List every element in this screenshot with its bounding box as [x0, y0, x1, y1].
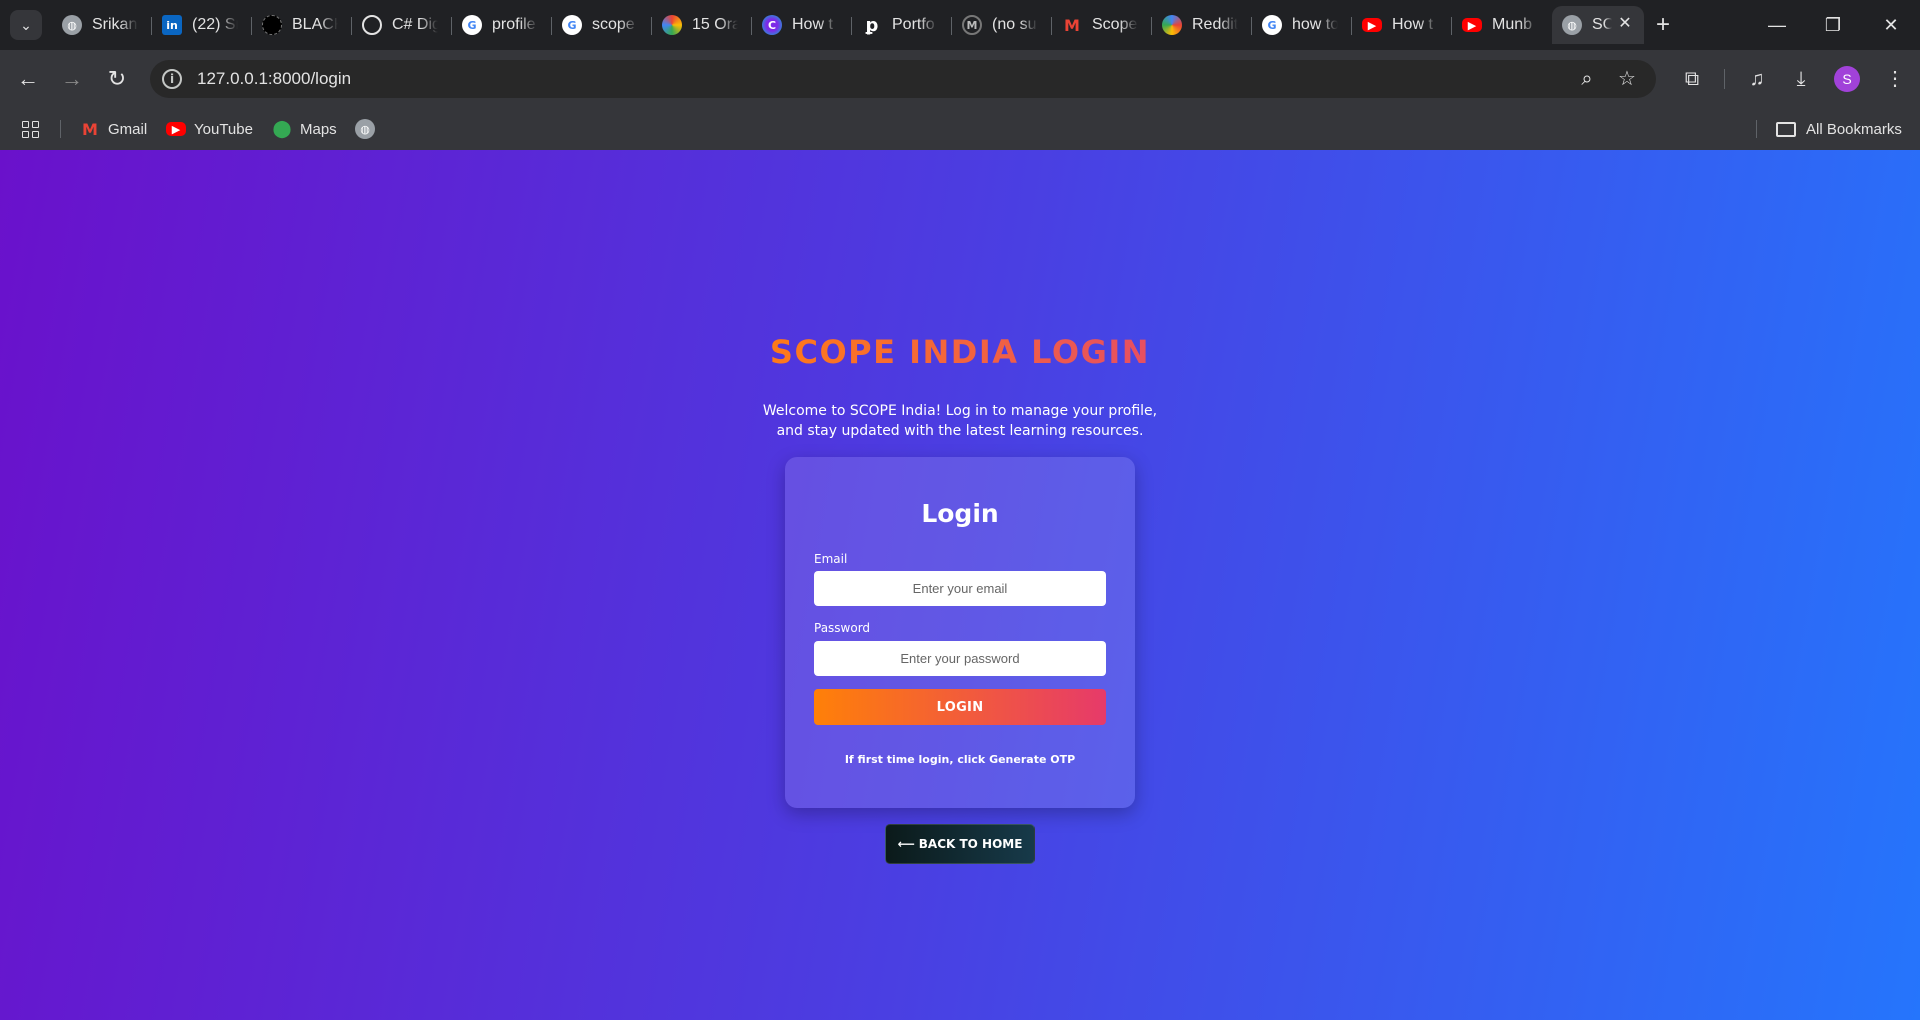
- blackbox-icon: [262, 15, 282, 35]
- password-field[interactable]: [814, 641, 1106, 676]
- globe-icon: ◍: [1562, 15, 1582, 35]
- chatgpt-icon: [362, 15, 382, 35]
- browser-tab[interactable]: in (22) Sr: [152, 6, 252, 44]
- youtube-icon: ▶: [1462, 18, 1482, 32]
- page-intro: Welcome to SCOPE India! Log in to manage…: [762, 403, 1158, 439]
- restore-icon[interactable]: ❐: [1818, 10, 1848, 40]
- media-controls-icon[interactable]: ♫: [1742, 64, 1772, 94]
- browser-tab[interactable]: M Scope: [1052, 6, 1152, 44]
- site-info-icon[interactable]: i: [162, 69, 182, 89]
- bookmark-globe[interactable]: ◍: [355, 116, 383, 142]
- browser-tab[interactable]: ▶ Munb: [1452, 6, 1552, 44]
- browser-tab[interactable]: C# Dig: [352, 6, 452, 44]
- google-icon: G: [562, 15, 582, 35]
- left-arrow-icon: ⟵: [897, 837, 915, 851]
- browser-tab[interactable]: Gscope: [552, 6, 652, 44]
- browser-tab[interactable]: Reddit: [1152, 6, 1252, 44]
- browser-tab[interactable]: M (no su: [952, 6, 1052, 44]
- browser-tab-active[interactable]: ◍ SC ✕: [1552, 6, 1644, 44]
- apps-grid-icon: [22, 120, 39, 138]
- address-bar[interactable]: i 127.0.0.1:8000/login ⌕ ☆: [150, 60, 1656, 98]
- linkedin-icon: in: [162, 15, 182, 35]
- reload-icon[interactable]: ↻: [102, 64, 132, 94]
- download-icon[interactable]: ⤓: [1786, 64, 1816, 94]
- browser-tab[interactable]: Gprofile: [452, 6, 552, 44]
- apps-button[interactable]: [22, 116, 39, 142]
- password-label: Password: [814, 621, 871, 635]
- tab-strip: ⌄ ◍Srikan in(22) Sr BLACK C# Dig Gprofil…: [0, 0, 1920, 50]
- bookmark-maps[interactable]: ⬤ Maps: [272, 116, 336, 142]
- browser-tab[interactable]: ꝑ Portfo: [852, 6, 952, 44]
- new-tab-button[interactable]: +: [1650, 12, 1676, 38]
- bookmark-gmail[interactable]: M Gmail: [80, 116, 147, 142]
- reddit-icon: [1162, 15, 1182, 35]
- page-title: SCOPE INDIA LOGIN: [769, 333, 1151, 371]
- chevron-down-icon: ⌄: [20, 16, 32, 33]
- youtube-icon: ▶: [166, 122, 186, 136]
- maps-icon: ⬤: [272, 119, 292, 139]
- all-bookmarks-button[interactable]: All Bookmarks: [1776, 116, 1902, 142]
- globe-icon: ◍: [62, 15, 82, 35]
- bookmark-youtube[interactable]: ▶ YouTube: [166, 116, 253, 142]
- otp-note: If first time login, click Generate OTP: [844, 753, 1076, 766]
- email-label: Email: [814, 552, 848, 566]
- login-heading: Login: [921, 499, 999, 528]
- star-icon[interactable]: ☆: [1614, 66, 1640, 92]
- gmail-icon: M: [82, 119, 98, 139]
- login-button[interactable]: LOGIN: [814, 689, 1106, 725]
- gmail-icon: M: [1064, 15, 1080, 35]
- google-icon: G: [462, 15, 482, 35]
- back-arrow-icon[interactable]: ←: [13, 64, 43, 94]
- google-icon: G: [1262, 15, 1282, 35]
- extensions-icon[interactable]: ⧉: [1677, 64, 1707, 94]
- menu-kebab-icon[interactable]: ⋮: [1880, 64, 1910, 94]
- forward-arrow-icon[interactable]: →: [57, 64, 87, 94]
- back-to-home-label: BACK TO HOME: [918, 837, 1023, 851]
- zoom-icon[interactable]: ⌕: [1574, 66, 1600, 92]
- browser-tab[interactable]: ◍ Srikan: [52, 6, 152, 44]
- tab-search-button[interactable]: ⌄: [10, 10, 42, 40]
- page-content: SCOPE INDIA LOGIN Welcome to SCOPE India…: [0, 150, 1920, 1020]
- browser-tab[interactable]: C How t: [752, 6, 852, 44]
- close-tab-icon[interactable]: ✕: [1616, 15, 1634, 33]
- globe-icon: ◍: [355, 119, 375, 139]
- login-card: Login Email Password LOGIN If first time…: [785, 457, 1135, 808]
- portfolio-icon: ꝑ: [865, 14, 879, 36]
- folder-icon: [1776, 121, 1796, 137]
- url-text[interactable]: 127.0.0.1:8000/login: [197, 69, 351, 89]
- minimize-icon[interactable]: —: [1762, 10, 1792, 40]
- color-wheel-icon: [662, 15, 682, 35]
- canva-icon: C: [762, 15, 782, 35]
- bookmarks-bar: M Gmail ▶ YouTube ⬤ Maps ◍ All Bookmarks: [0, 108, 1920, 150]
- email-field[interactable]: [814, 571, 1106, 606]
- browser-tab[interactable]: ▶ How t: [1352, 6, 1452, 44]
- browser-tab[interactable]: BLACK: [252, 6, 352, 44]
- youtube-icon: ▶: [1362, 18, 1382, 32]
- profile-avatar[interactable]: S: [1834, 66, 1860, 92]
- close-window-icon[interactable]: ✕: [1876, 10, 1906, 40]
- browser-tab[interactable]: 15 Ora: [652, 6, 752, 44]
- browser-tab[interactable]: Ghow to: [1252, 6, 1352, 44]
- back-to-home-button[interactable]: ⟵ BACK TO HOME: [885, 824, 1035, 864]
- gmail-icon: M: [962, 15, 982, 35]
- browser-toolbar: ← → ↻ i 127.0.0.1:8000/login ⌕ ☆ ⧉ ♫ ⤓ S…: [0, 50, 1920, 108]
- tab-list: ◍Srikan in(22) Sr BLACK C# Dig Gprofile …: [52, 6, 1644, 44]
